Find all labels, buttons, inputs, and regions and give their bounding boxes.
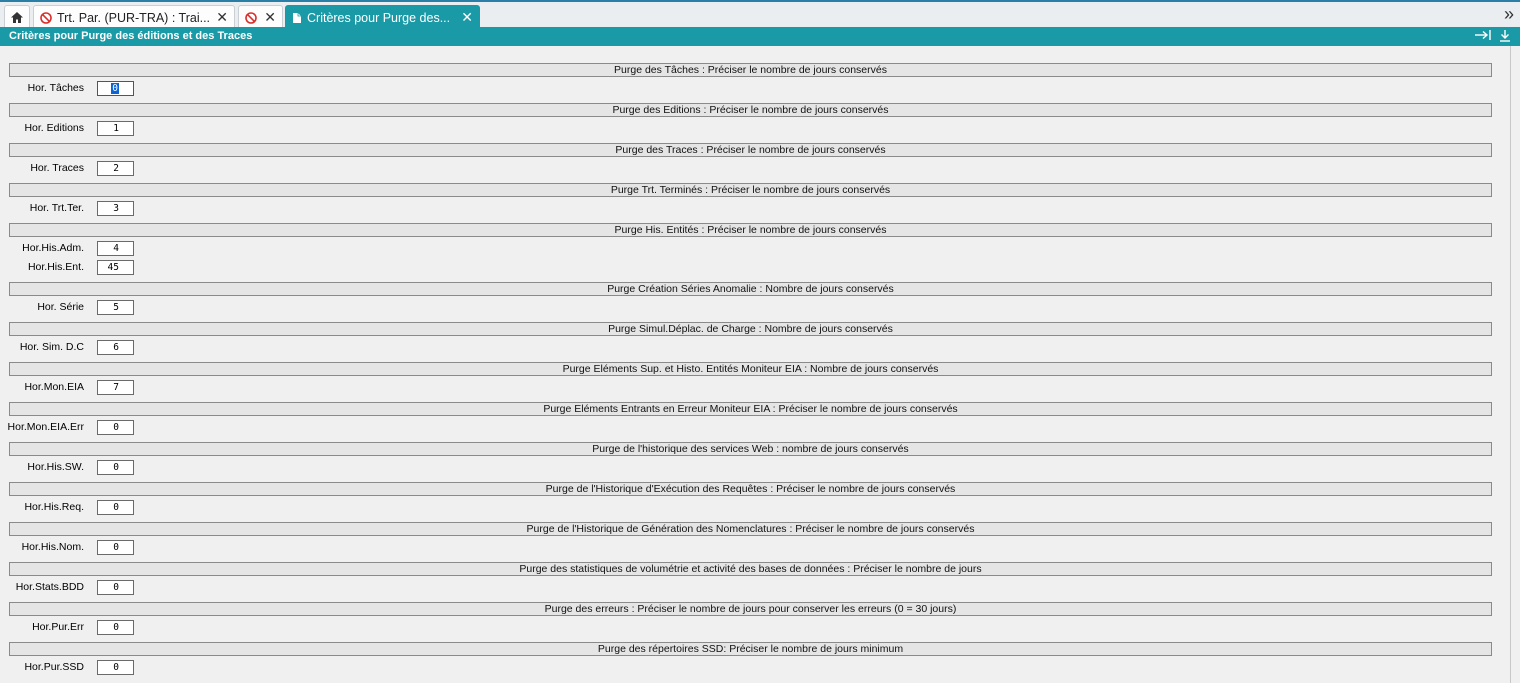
days-input[interactable]: 0 bbox=[97, 460, 134, 475]
days-input-value: 0 bbox=[113, 622, 119, 633]
section-header: Purge de l'Historique de Génération des … bbox=[9, 522, 1492, 536]
section-header: Purge des Editions : Préciser le nombre … bbox=[9, 103, 1492, 117]
tab-home[interactable] bbox=[4, 5, 30, 29]
days-input[interactable]: 3 bbox=[97, 201, 134, 216]
field-label: Hor.Pur.SSD bbox=[24, 661, 84, 673]
section-header: Purge Eléments Sup. et Histo. Entités Mo… bbox=[9, 362, 1492, 376]
field-label: Hor.His.Req. bbox=[24, 501, 84, 513]
home-icon bbox=[10, 11, 24, 24]
field-label: Hor. Traces bbox=[30, 162, 84, 174]
field-label: Hor.Mon.EIA bbox=[24, 381, 84, 393]
days-input-value: 0 bbox=[113, 582, 119, 593]
days-input[interactable]: 1 bbox=[97, 121, 134, 136]
days-input-value: 45 bbox=[107, 262, 119, 273]
tab-trt-par[interactable]: Trt. Par. (PUR-TRA) : Trai... ✕ bbox=[33, 5, 235, 29]
days-input-value: 0 bbox=[113, 662, 119, 673]
days-input[interactable]: 7 bbox=[97, 380, 134, 395]
section-header: Purge Simul.Déplac. de Charge : Nombre d… bbox=[9, 322, 1492, 336]
section-header: Purge des erreurs : Préciser le nombre d… bbox=[9, 602, 1492, 616]
section-header: Purge Création Séries Anomalie : Nombre … bbox=[9, 282, 1492, 296]
days-input[interactable]: 0 bbox=[97, 660, 134, 675]
tab-blocked[interactable]: ✕ bbox=[238, 5, 283, 29]
days-input-value: 6 bbox=[113, 342, 119, 353]
tab-bar: Trt. Par. (PUR-TRA) : Trai... ✕ ✕ Critèr… bbox=[0, 0, 1520, 29]
field-label: Hor.His.Nom. bbox=[21, 541, 84, 553]
tab-label: Trt. Par. (PUR-TRA) : Trai... bbox=[57, 10, 211, 25]
days-input[interactable]: 45 bbox=[97, 260, 134, 275]
days-input-value: 0 bbox=[111, 83, 119, 94]
field-label: Hor. Série bbox=[37, 301, 84, 313]
section-header: Purge des Tâches : Préciser le nombre de… bbox=[9, 63, 1492, 77]
section-header: Purge His. Entités : Préciser le nombre … bbox=[9, 223, 1492, 237]
section-header: Purge Eléments Entrants en Erreur Monite… bbox=[9, 402, 1492, 416]
days-input[interactable]: 2 bbox=[97, 161, 134, 176]
days-input[interactable]: 0 bbox=[97, 580, 134, 595]
field-label: Hor.Mon.EIA.Err bbox=[7, 421, 84, 433]
field-label: Hor. Tâches bbox=[27, 82, 84, 94]
days-input[interactable]: 0 bbox=[97, 540, 134, 555]
panel-divider bbox=[1510, 46, 1511, 683]
field-label: Hor.Pur.Err bbox=[32, 621, 84, 633]
no-entry-icon bbox=[40, 11, 52, 24]
chevron-double-right-icon[interactable]: » bbox=[1504, 5, 1514, 23]
window-title: Critères pour Purge des éditions et des … bbox=[9, 30, 253, 42]
days-input-value: 7 bbox=[113, 382, 119, 393]
days-input[interactable]: 0 bbox=[97, 420, 134, 435]
days-input[interactable]: 0 bbox=[97, 620, 134, 635]
days-input-value: 0 bbox=[113, 422, 119, 433]
section-header: Purge des Traces : Préciser le nombre de… bbox=[9, 143, 1492, 157]
section-header: Purge Trt. Terminés : Préciser le nombre… bbox=[9, 183, 1492, 197]
section-header: Purge des statistiques de volumétrie et … bbox=[9, 562, 1492, 576]
document-icon bbox=[292, 12, 302, 24]
field-label: Hor.His.Ent. bbox=[27, 261, 84, 273]
close-icon[interactable]: ✕ bbox=[216, 9, 228, 26]
days-input-value: 1 bbox=[113, 123, 119, 134]
close-icon[interactable]: ✕ bbox=[461, 9, 473, 26]
days-input-value: 0 bbox=[113, 542, 119, 553]
days-input-value: 3 bbox=[113, 203, 119, 214]
no-entry-icon bbox=[245, 11, 257, 24]
purge-criteria-form: Purge des Tâches : Préciser le nombre de… bbox=[0, 46, 1520, 683]
section-header: Purge de l'historique des services Web :… bbox=[9, 442, 1492, 456]
download-icon[interactable] bbox=[1499, 29, 1511, 45]
section-header: Purge de l'Historique d'Exécution des Re… bbox=[9, 482, 1492, 496]
days-input-value: 0 bbox=[113, 462, 119, 473]
window-title-bar: Critères pour Purge des éditions et des … bbox=[0, 27, 1520, 46]
field-label: Hor. Editions bbox=[24, 122, 84, 134]
days-input-value: 0 bbox=[113, 502, 119, 513]
days-input-value: 4 bbox=[113, 243, 119, 254]
days-input[interactable]: 0 bbox=[97, 81, 134, 96]
days-input[interactable]: 5 bbox=[97, 300, 134, 315]
tab-label: Critères pour Purge des... bbox=[307, 10, 451, 25]
days-input-value: 2 bbox=[113, 163, 119, 174]
close-icon[interactable]: ✕ bbox=[264, 9, 276, 26]
field-label: Hor.Stats.BDD bbox=[15, 581, 84, 593]
days-input[interactable]: 6 bbox=[97, 340, 134, 355]
section-header: Purge des répertoires SSD: Préciser le n… bbox=[9, 642, 1492, 656]
days-input-value: 5 bbox=[113, 302, 119, 313]
tab-criteres-purge[interactable]: Critères pour Purge des... ✕ bbox=[285, 5, 480, 29]
days-input[interactable]: 0 bbox=[97, 500, 134, 515]
arrow-to-right-icon[interactable] bbox=[1474, 29, 1492, 44]
field-label: Hor.His.Adm. bbox=[22, 242, 84, 254]
field-label: Hor. Trt.Ter. bbox=[29, 202, 84, 214]
days-input[interactable]: 4 bbox=[97, 241, 134, 256]
field-label: Hor.His.SW. bbox=[27, 461, 84, 473]
field-label: Hor. Sim. D.C bbox=[19, 341, 84, 353]
